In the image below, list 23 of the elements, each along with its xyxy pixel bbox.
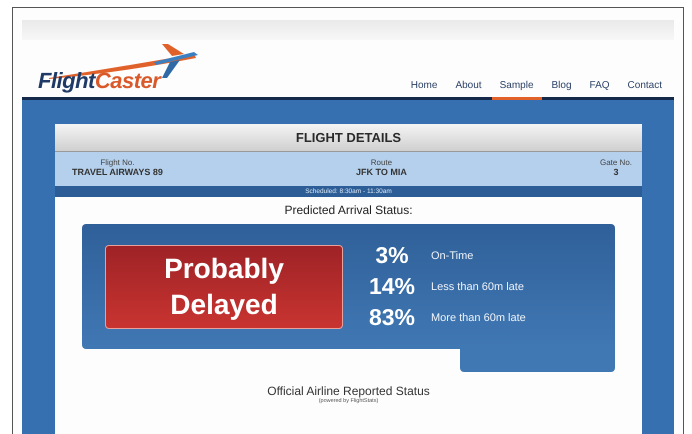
field-value: TRAVEL AIRWAYS 89 bbox=[72, 167, 163, 177]
outcome-label: More than 60m late bbox=[431, 312, 526, 324]
section-heading: Official Airline Reported Status bbox=[267, 384, 430, 398]
field-label: Route bbox=[370, 158, 392, 167]
section-heading: Predicted Arrival Status: bbox=[284, 203, 413, 217]
logo-text: Flight bbox=[38, 68, 95, 93]
field-label: Flight No. bbox=[100, 158, 135, 167]
field-value: 3 bbox=[613, 167, 618, 177]
card-title: FLIGHT DETAILS bbox=[55, 124, 642, 152]
nav-link[interactable]: About bbox=[447, 80, 490, 100]
percentage: 83% bbox=[368, 304, 416, 331]
nav-link[interactable]: FAQ bbox=[582, 80, 618, 100]
nav-link[interactable]: Contact bbox=[620, 80, 670, 100]
percentage: 3% bbox=[374, 242, 410, 269]
percentage: 14% bbox=[368, 273, 416, 300]
outcome-label: Less than 60m late bbox=[431, 280, 524, 292]
field-value: JFK TO MIA bbox=[356, 167, 407, 177]
logo-text: Caster bbox=[94, 68, 160, 93]
outcome-label: On-Time bbox=[431, 250, 474, 262]
field-label: Gate No. bbox=[600, 158, 632, 167]
nav-link[interactable]: Home bbox=[402, 80, 446, 100]
verdict-badge: Probably Delayed bbox=[105, 244, 343, 328]
nav-link[interactable]: Blog bbox=[544, 80, 580, 100]
